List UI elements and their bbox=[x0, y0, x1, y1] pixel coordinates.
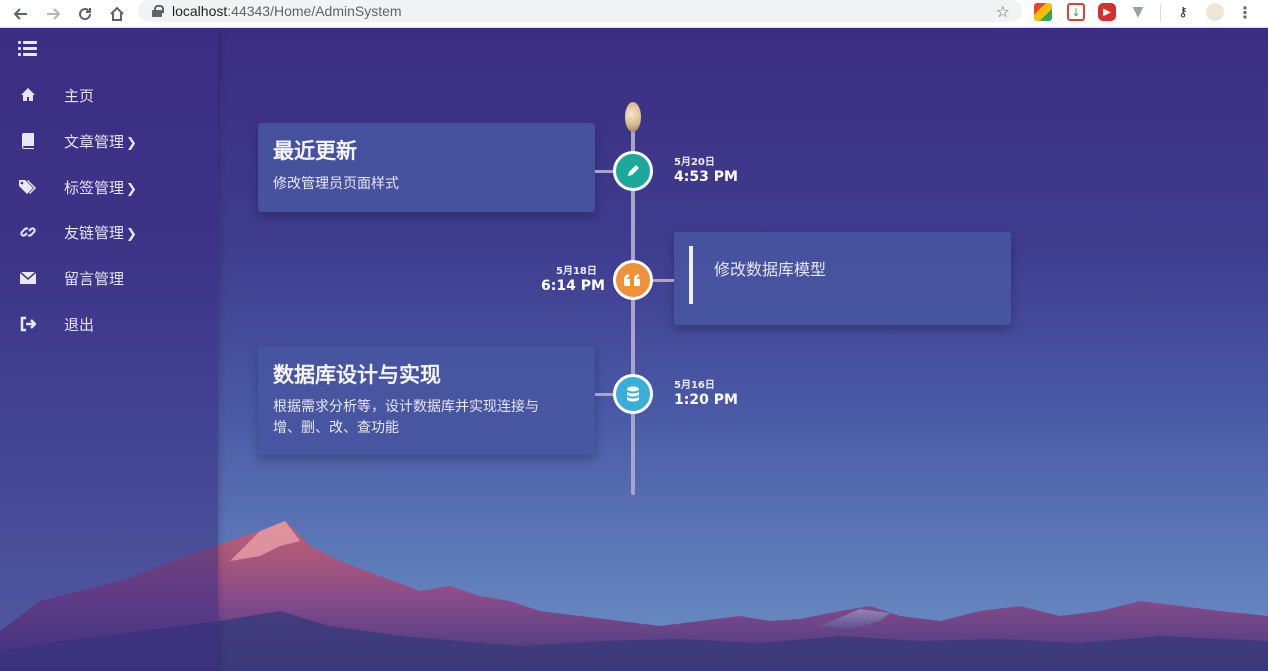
sidebar-item-logout[interactable]: 退出 bbox=[0, 306, 218, 342]
sidebar-item-label: 主页 bbox=[64, 86, 95, 105]
timeline-date: 5月18日 bbox=[556, 266, 597, 277]
browser-toolbar: localhost:44343/Home/AdminSystem ☆ ↓ ▶ ▼… bbox=[0, 0, 1268, 28]
database-icon bbox=[613, 374, 653, 414]
quote-bar bbox=[689, 246, 693, 304]
book-icon bbox=[18, 131, 38, 151]
card-title: 数据库设计与实现 bbox=[273, 363, 441, 387]
timeline-connector bbox=[595, 393, 615, 396]
card-text: 修改管理员页面样式 bbox=[273, 176, 399, 192]
extension-video-icon[interactable]: ▶ bbox=[1098, 3, 1116, 21]
envelope-icon bbox=[18, 268, 38, 288]
sidebar-item-label: 友链管理 bbox=[64, 223, 125, 242]
key-icon[interactable]: ⚷ bbox=[1174, 3, 1192, 21]
sidebar-item-label: 退出 bbox=[64, 315, 95, 334]
back-arrow-icon[interactable] bbox=[6, 0, 36, 28]
timeline-date: 5月20日 bbox=[674, 157, 715, 168]
timeline-time: 1:20 PM bbox=[674, 392, 738, 408]
timeline-time: 4:53 PM bbox=[674, 169, 738, 185]
sidebar: 主页 文章管理 ❯ 标签管理 ❯ 友链管理 ❯ 留言管理 退出 bbox=[0, 28, 218, 671]
timeline-top-ornament bbox=[625, 102, 641, 132]
bookmark-star-icon[interactable]: ☆ bbox=[996, 2, 1010, 21]
timeline-card[interactable]: 数据库设计与实现 根据需求分析等，设计数据库并实现连接与 增、删、改、查功能 bbox=[258, 346, 595, 455]
url-host: localhost bbox=[172, 3, 228, 19]
chevron-right-icon: ❯ bbox=[126, 226, 137, 242]
sidebar-item-home[interactable]: 主页 bbox=[0, 77, 218, 113]
timeline-connector bbox=[651, 279, 674, 282]
link-icon bbox=[18, 222, 38, 242]
home-icon bbox=[18, 85, 38, 105]
menu-dots-icon[interactable]: ⋮ bbox=[1236, 3, 1254, 22]
timeline-time: 6:14 PM bbox=[541, 278, 605, 294]
chevron-right-icon: ❯ bbox=[126, 181, 137, 197]
forward-arrow-icon[interactable] bbox=[38, 0, 68, 28]
list-menu-icon[interactable] bbox=[18, 40, 38, 58]
sidebar-item-label: 文章管理 bbox=[64, 132, 125, 151]
sidebar-item-links[interactable]: 友链管理 ❯ bbox=[0, 214, 218, 250]
extension-vue-icon[interactable]: ▼ bbox=[1129, 3, 1147, 21]
timeline-card[interactable]: 最近更新 修改管理员页面样式 bbox=[258, 123, 595, 212]
extension-color-icon[interactable] bbox=[1034, 3, 1052, 21]
sidebar-item-tags[interactable]: 标签管理 ❯ bbox=[0, 169, 218, 205]
sidebar-item-label: 留言管理 bbox=[64, 269, 125, 288]
card-text-line: 增、删、改、查功能 bbox=[273, 420, 399, 436]
address-bar[interactable]: localhost:44343/Home/AdminSystem ☆ bbox=[138, 0, 1022, 22]
sidebar-item-label: 标签管理 bbox=[64, 178, 125, 197]
card-title: 最近更新 bbox=[273, 139, 357, 163]
extension-download-icon[interactable]: ↓ bbox=[1067, 3, 1085, 21]
tags-icon bbox=[18, 177, 38, 197]
lock-icon[interactable] bbox=[152, 5, 164, 17]
sign-out-icon bbox=[18, 314, 38, 334]
url-path: :44343/Home/AdminSystem bbox=[227, 3, 402, 19]
timeline-connector bbox=[595, 170, 615, 173]
card-text-line: 根据需求分析等，设计数据库并实现连接与 bbox=[273, 399, 539, 415]
toolbar-divider bbox=[1160, 4, 1161, 22]
timeline-date: 5月16日 bbox=[674, 380, 715, 391]
admin-page: 主页 文章管理 ❯ 标签管理 ❯ 友链管理 ❯ 留言管理 退出 最近更新 修改管… bbox=[0, 28, 1268, 671]
sidebar-item-messages[interactable]: 留言管理 bbox=[0, 260, 218, 296]
sidebar-item-articles[interactable]: 文章管理 ❯ bbox=[0, 123, 218, 159]
timeline-card[interactable]: 修改数据库模型 bbox=[674, 232, 1011, 325]
reload-icon[interactable] bbox=[70, 0, 100, 28]
pencil-icon bbox=[613, 151, 653, 191]
card-text: 修改数据库模型 bbox=[714, 260, 827, 279]
chevron-right-icon: ❯ bbox=[126, 135, 137, 151]
profile-avatar[interactable] bbox=[1206, 3, 1224, 21]
home-button-icon[interactable] bbox=[102, 0, 132, 28]
quote-icon bbox=[613, 260, 653, 300]
